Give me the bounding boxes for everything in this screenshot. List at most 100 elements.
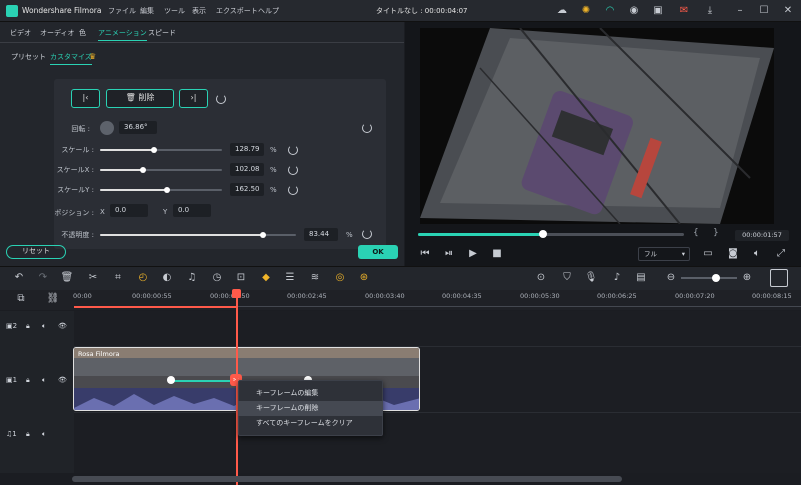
menu-item-edit-keyframe[interactable]: キーフレームの編集 bbox=[238, 386, 383, 401]
menu-file[interactable]: ファイル bbox=[108, 6, 136, 16]
horizontal-scrollbar[interactable] bbox=[72, 476, 622, 482]
zoom-out-icon[interactable]: ⊖ bbox=[664, 271, 678, 285]
audio-icon[interactable]: ♫ bbox=[185, 271, 199, 285]
prev-keyframe-button[interactable]: |‹ bbox=[71, 89, 100, 108]
next-keyframe-button[interactable]: ›| bbox=[179, 89, 208, 108]
fit-icon[interactable]: ⊡ bbox=[234, 271, 248, 285]
subtab-preset[interactable]: プリセット bbox=[11, 52, 46, 62]
delete-keyframe-button[interactable]: 🗑︎ 削除 bbox=[106, 89, 174, 108]
menu-item-clear-keyframes[interactable]: すべてのキーフレームをクリア bbox=[238, 416, 383, 431]
slider-knob[interactable] bbox=[150, 147, 157, 153]
slider-knob[interactable] bbox=[139, 167, 146, 173]
scale-y-value[interactable]: 162.50 bbox=[230, 183, 264, 196]
scale-x-value[interactable]: 102.08 bbox=[230, 163, 264, 176]
link-icon[interactable]: ⛓ bbox=[46, 292, 60, 306]
fullscreen-icon[interactable]: ⤢ bbox=[774, 247, 788, 261]
menu-export[interactable]: エクスポート bbox=[216, 6, 258, 16]
stabilize-icon[interactable]: ⊛ bbox=[357, 271, 371, 285]
crop-icon[interactable]: ⌗ bbox=[111, 271, 125, 285]
tab-audio[interactable]: オーディオ bbox=[40, 28, 75, 38]
position-x-field[interactable]: 0.0 bbox=[110, 204, 148, 217]
caption-icon[interactable]: ▤ bbox=[634, 271, 648, 285]
menu-tools[interactable]: ツール bbox=[164, 6, 185, 16]
tab-video[interactable]: ビデオ bbox=[10, 28, 31, 38]
brace-open-icon[interactable]: { bbox=[693, 228, 699, 238]
step-play-icon[interactable]: ⏯ bbox=[442, 247, 456, 261]
zoom-slider-knob[interactable] bbox=[712, 274, 720, 282]
ok-button[interactable]: OK bbox=[358, 245, 398, 259]
prev-frame-icon[interactable]: ⏮ bbox=[418, 247, 432, 261]
lightbulb-icon[interactable]: ✺ bbox=[579, 4, 593, 18]
zoom-slider[interactable] bbox=[681, 277, 737, 279]
scale-y-slider[interactable] bbox=[100, 187, 222, 193]
monitor-icon[interactable]: ▭ bbox=[701, 247, 715, 261]
opacity-reset-icon[interactable] bbox=[362, 229, 372, 239]
rotation-dial[interactable] bbox=[100, 121, 114, 135]
keyframe-marker[interactable] bbox=[167, 376, 175, 384]
motion-icon[interactable]: ◎ bbox=[333, 271, 347, 285]
redo-icon[interactable]: ↷ bbox=[36, 271, 50, 285]
playhead-knob[interactable] bbox=[539, 230, 547, 238]
minimize-icon[interactable]: – bbox=[733, 4, 747, 18]
timer-icon[interactable]: ◷ bbox=[210, 271, 224, 285]
opacity-value[interactable]: 83.44 bbox=[304, 228, 338, 241]
eye-icon[interactable]: 👁︎ bbox=[58, 376, 67, 384]
maximize-icon[interactable]: ☐ bbox=[757, 4, 771, 18]
speed-icon[interactable]: ◴ bbox=[136, 271, 150, 285]
layout-icon[interactable] bbox=[770, 269, 788, 287]
marker-icon[interactable]: ⛉ bbox=[560, 271, 574, 285]
undo-icon[interactable]: ↶ bbox=[12, 271, 26, 285]
subtab-custom[interactable]: カスタマイズ bbox=[50, 52, 92, 65]
scale-slider[interactable] bbox=[100, 147, 222, 153]
rotation-reset-icon[interactable] bbox=[362, 123, 372, 133]
color-icon[interactable]: ◐ bbox=[160, 271, 174, 285]
music-list-icon[interactable]: ♪ bbox=[610, 271, 624, 285]
opacity-slider[interactable] bbox=[100, 232, 296, 238]
brace-close-icon[interactable]: } bbox=[713, 228, 719, 238]
zoom-in-icon[interactable]: ⊕ bbox=[740, 271, 754, 285]
volume-icon[interactable]: 🔈︎ bbox=[750, 247, 764, 261]
waveform-icon[interactable]: ≋ bbox=[308, 271, 322, 285]
reset-keyframe-icon[interactable] bbox=[216, 94, 226, 104]
mute-icon[interactable]: 🔈︎ bbox=[42, 376, 46, 385]
headset-icon[interactable]: ◠ bbox=[603, 4, 617, 18]
quality-select[interactable]: フル ▾ bbox=[638, 247, 690, 261]
render-icon[interactable]: ⊙ bbox=[534, 271, 548, 285]
lock-icon[interactable]: 🔒︎ bbox=[26, 322, 30, 331]
lock-icon[interactable]: 🔒︎ bbox=[26, 430, 30, 439]
scale-reset-icon[interactable] bbox=[288, 145, 298, 155]
save-icon[interactable]: ▣ bbox=[651, 4, 665, 18]
position-y-field[interactable]: 0.0 bbox=[173, 204, 211, 217]
cloud-icon[interactable]: ☁ bbox=[555, 4, 569, 18]
scale-x-slider[interactable] bbox=[100, 167, 222, 173]
scale-value[interactable]: 128.79 bbox=[230, 143, 264, 156]
mail-icon[interactable]: ✉ bbox=[677, 4, 691, 18]
mute-icon[interactable]: 🔈︎ bbox=[42, 322, 46, 331]
menu-edit[interactable]: 編集 bbox=[140, 6, 154, 16]
adjust-icon[interactable]: ☰ bbox=[283, 271, 297, 285]
slider-knob[interactable] bbox=[259, 232, 266, 238]
account-icon[interactable]: ◉ bbox=[627, 4, 641, 18]
snapshot-icon[interactable]: ◙ bbox=[726, 247, 740, 261]
add-track-icon[interactable]: ⧉ bbox=[14, 292, 28, 306]
close-icon[interactable]: ✕ bbox=[781, 4, 795, 18]
rotation-value[interactable]: 36.86° bbox=[119, 121, 157, 134]
video-preview[interactable] bbox=[420, 27, 774, 225]
stop-icon[interactable]: ■ bbox=[490, 247, 504, 261]
mic-icon[interactable]: 🎙︎ bbox=[584, 271, 598, 285]
tab-speed[interactable]: スピード bbox=[148, 28, 176, 38]
tab-color[interactable]: 色 bbox=[79, 28, 86, 38]
tab-animation[interactable]: アニメーション bbox=[98, 28, 147, 41]
download-icon[interactable]: ⤓ bbox=[703, 4, 717, 18]
play-icon[interactable]: ▶ bbox=[466, 247, 480, 261]
eye-icon[interactable]: 👁︎ bbox=[58, 322, 67, 330]
menu-item-delete-keyframe[interactable]: キーフレームの削除 bbox=[238, 401, 383, 416]
mute-icon[interactable]: 🔈︎ bbox=[42, 430, 46, 439]
lock-icon[interactable]: 🔒︎ bbox=[26, 376, 30, 385]
cut-icon[interactable]: ✂ bbox=[86, 271, 100, 285]
menu-view[interactable]: 表示 bbox=[192, 6, 206, 16]
trash-icon[interactable]: 🗑︎ bbox=[60, 271, 74, 285]
menu-help[interactable]: ヘルプ bbox=[258, 6, 279, 16]
keyframe-icon[interactable]: ◆ bbox=[259, 271, 273, 285]
scale-y-reset-icon[interactable] bbox=[288, 185, 298, 195]
